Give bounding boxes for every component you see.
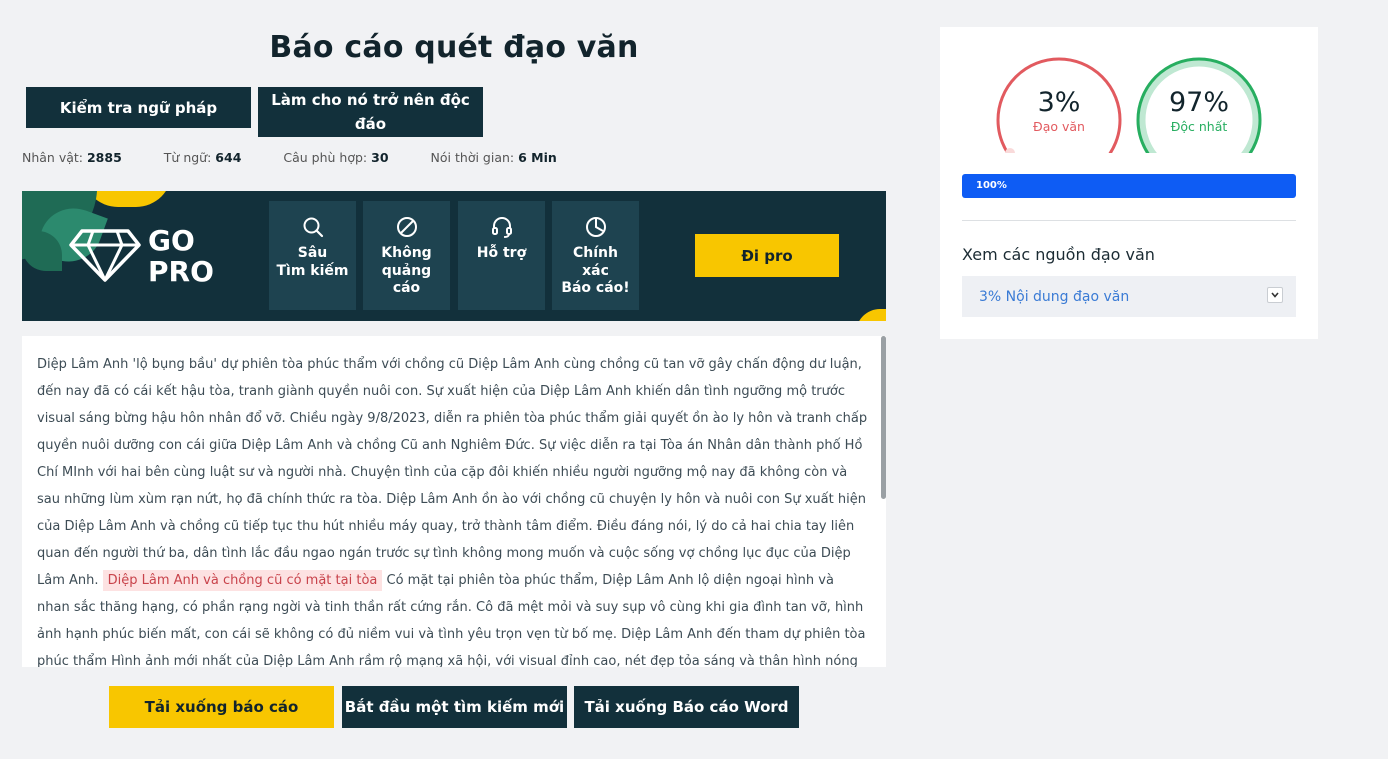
chevron-down-icon[interactable] [1267, 287, 1283, 303]
results-panel: 3% Đạo văn 97% Độc nhất 100% Xem các ngu… [940, 27, 1318, 339]
sources-title: Xem các nguồn đạo văn [962, 245, 1155, 264]
download-word-report-button[interactable]: Tải xuống Báo cáo Word [574, 686, 799, 728]
report-text-box[interactable]: Diệp Lâm Anh 'lộ bụng bầu' dự phiên tòa … [22, 336, 886, 667]
plagiarism-label: Đạo văn [1033, 119, 1085, 134]
scan-progress-bar: 100% [962, 174, 1296, 198]
stat-speaking-time: Nói thời gian: 6 Min [430, 150, 557, 165]
stat-words: Từ ngữ: 644 [163, 150, 242, 165]
scrollbar[interactable] [881, 336, 886, 667]
go-pro-button[interactable]: Đi pro [695, 234, 839, 277]
report-text: Diệp Lâm Anh 'lộ bụng bầu' dự phiên tòa … [37, 357, 868, 667]
plagiarized-highlight[interactable]: Diệp Lâm Anh và chồng cũ có mặt tại tòa [102, 570, 383, 591]
pie-chart-icon [585, 217, 606, 237]
stat-matching-sentences: Câu phù hợp: 30 [283, 150, 389, 165]
headset-icon [491, 217, 512, 238]
unique-percent: 97% [1168, 87, 1229, 118]
plagiarism-gauge: 3% Đạo văn [994, 55, 1124, 153]
divider [962, 220, 1296, 221]
plagiarism-percent: 3% [1037, 87, 1081, 118]
decor-yellow-blob [856, 309, 886, 321]
stat-characters: Nhân vật: 2885 [22, 150, 122, 165]
feature-accurate-report: Chính xác Báo cáo! [552, 201, 639, 310]
feature-support: Hỗ trợ [458, 201, 545, 310]
diamond-icon [69, 229, 141, 282]
sources-dropdown[interactable]: 3% Nội dung đạo văn [962, 276, 1296, 317]
unique-gauge: 97% Độc nhất [1134, 55, 1264, 153]
feature-no-ads: Không quảng cáo [363, 201, 450, 310]
no-ads-icon [396, 217, 417, 237]
go-pro-logo-text: GO PRO [148, 224, 214, 288]
sources-dropdown-value: 3% Nội dung đạo văn [979, 288, 1130, 305]
unique-label: Độc nhất [1170, 119, 1228, 134]
stats-bar: Nhân vật: 2885 Từ ngữ: 644 Câu phù hợp: … [22, 150, 599, 165]
go-pro-banner: GO PRO Sâu Tìm kiếm Không quảng cáo Hỗ t… [22, 191, 886, 321]
grammar-check-button[interactable]: Kiểm tra ngữ pháp [26, 87, 251, 128]
download-report-button[interactable]: Tải xuống báo cáo [109, 686, 334, 728]
new-search-button[interactable]: Bắt đầu một tìm kiếm mới [342, 686, 567, 728]
scrollbar-thumb[interactable] [881, 336, 886, 499]
page-title: Báo cáo quét đạo văn [269, 30, 639, 65]
search-icon [303, 217, 323, 238]
feature-deep-search: Sâu Tìm kiếm [269, 201, 356, 310]
make-unique-button[interactable]: Làm cho nó trở nên độc đáo [258, 87, 483, 137]
scan-progress-fill: 100% [962, 174, 1296, 198]
